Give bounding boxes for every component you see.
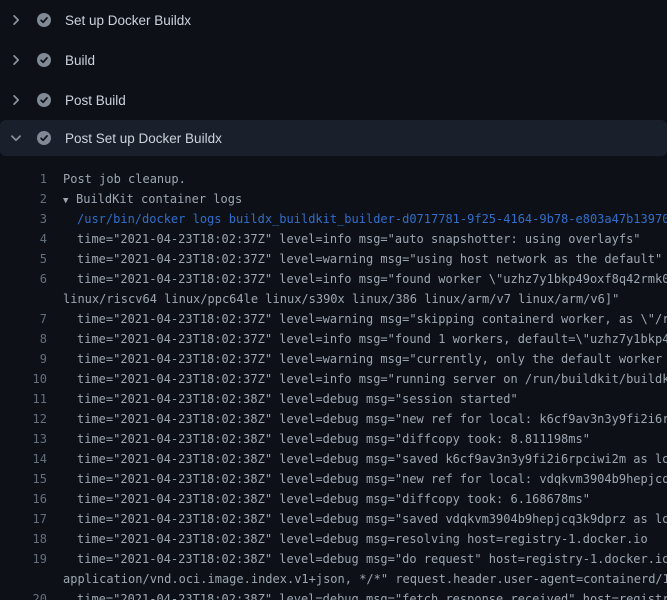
log-line-number[interactable]: 5 bbox=[0, 249, 47, 269]
log-line: 14 time="2021-04-23T18:02:38Z" level=deb… bbox=[0, 449, 667, 469]
log-line-text: time="2021-04-23T18:02:37Z" level=warnin… bbox=[77, 249, 667, 269]
step-row-post-set-up-docker-buildx[interactable]: Post Set up Docker Buildx bbox=[0, 120, 667, 156]
group-collapse-icon[interactable]: ▼ bbox=[63, 191, 76, 209]
success-check-icon bbox=[37, 93, 51, 107]
log-line: 10 time="2021-04-23T18:02:37Z" level=inf… bbox=[0, 369, 667, 389]
log-line-text: time="2021-04-23T18:02:37Z" level=warnin… bbox=[77, 309, 667, 329]
log-line: 2 ▼BuildKit container logs bbox=[0, 189, 667, 209]
log-line-number[interactable]: 1 bbox=[0, 169, 47, 189]
log-line: 7 time="2021-04-23T18:02:37Z" level=warn… bbox=[0, 309, 667, 329]
log-line-number[interactable]: 7 bbox=[0, 309, 47, 329]
log-line-text: linux/riscv64 linux/ppc64le linux/s390x … bbox=[63, 289, 667, 309]
log-line-text: time="2021-04-23T18:02:37Z" level=warnin… bbox=[77, 349, 667, 369]
log-line-number[interactable]: 6 bbox=[0, 269, 47, 289]
log-line-text: time="2021-04-23T18:02:37Z" level=info m… bbox=[77, 229, 667, 249]
log-line-number[interactable]: 8 bbox=[0, 329, 47, 349]
log-line: 13 time="2021-04-23T18:02:38Z" level=deb… bbox=[0, 429, 667, 449]
success-check-icon bbox=[37, 13, 51, 27]
step-row-build[interactable]: Build bbox=[0, 40, 667, 80]
log-line-text: time="2021-04-23T18:02:37Z" level=info m… bbox=[77, 269, 667, 289]
chevron-right-icon bbox=[8, 12, 24, 28]
log-line-text: time="2021-04-23T18:02:38Z" level=debug … bbox=[77, 429, 667, 449]
success-check-icon bbox=[37, 53, 51, 67]
log-line: 19 time="2021-04-23T18:02:38Z" level=deb… bbox=[0, 549, 667, 569]
step-title: Post Set up Docker Buildx bbox=[65, 131, 222, 146]
log-line: 9 time="2021-04-23T18:02:37Z" level=warn… bbox=[0, 349, 667, 369]
log-line-text: time="2021-04-23T18:02:38Z" level=debug … bbox=[77, 529, 667, 549]
log-line: 1 Post job cleanup. bbox=[0, 169, 667, 189]
log-line-number[interactable]: 12 bbox=[0, 409, 47, 429]
step-row-set-up-docker-buildx[interactable]: Set up Docker Buildx bbox=[0, 0, 667, 40]
log-line-number[interactable]: 10 bbox=[0, 369, 47, 389]
chevron-right-icon bbox=[8, 92, 24, 108]
log-line-number[interactable]: 9 bbox=[0, 349, 47, 369]
log-line-text: Post job cleanup. bbox=[63, 169, 667, 189]
success-check-icon bbox=[37, 131, 51, 145]
step-title: Build bbox=[65, 53, 95, 68]
log-line: linux/riscv64 linux/ppc64le linux/s390x … bbox=[0, 289, 667, 309]
log-line: 6 time="2021-04-23T18:02:37Z" level=info… bbox=[0, 269, 667, 289]
log-line: 16 time="2021-04-23T18:02:38Z" level=deb… bbox=[0, 489, 667, 509]
log-line: 17 time="2021-04-23T18:02:38Z" level=deb… bbox=[0, 509, 667, 529]
log-line-number[interactable]: 17 bbox=[0, 509, 47, 529]
step-title: Set up Docker Buildx bbox=[65, 13, 191, 28]
log-line-text: time="2021-04-23T18:02:38Z" level=debug … bbox=[77, 509, 667, 529]
log-line-number[interactable]: 13 bbox=[0, 429, 47, 449]
log-line-number[interactable]: 3 bbox=[0, 209, 47, 229]
log-line: 20 time="2021-04-23T18:02:38Z" level=deb… bbox=[0, 589, 667, 600]
log-line-text: time="2021-04-23T18:02:37Z" level=info m… bbox=[77, 329, 667, 349]
log-line-text: time="2021-04-23T18:02:38Z" level=debug … bbox=[77, 469, 667, 489]
log-line: 8 time="2021-04-23T18:02:37Z" level=info… bbox=[0, 329, 667, 349]
log-line-number[interactable]: 4 bbox=[0, 229, 47, 249]
log-line: 3 /usr/bin/docker logs buildx_buildkit_b… bbox=[0, 209, 667, 229]
log-line-number[interactable]: 15 bbox=[0, 469, 47, 489]
log-line: 18 time="2021-04-23T18:02:38Z" level=deb… bbox=[0, 529, 667, 549]
log-line-text: time="2021-04-23T18:02:38Z" level=debug … bbox=[77, 389, 667, 409]
log-line-number[interactable]: 2 bbox=[0, 189, 47, 209]
log-line-number[interactable]: 14 bbox=[0, 449, 47, 469]
step-title: Post Build bbox=[65, 93, 126, 108]
log-line: 11 time="2021-04-23T18:02:38Z" level=deb… bbox=[0, 389, 667, 409]
log-line-text: ▼BuildKit container logs bbox=[63, 189, 667, 209]
workflow-log-panel: Set up Docker Buildx Build P bbox=[0, 0, 667, 600]
steps-list: Set up Docker Buildx Build P bbox=[0, 0, 667, 156]
log-line: 15 time="2021-04-23T18:02:38Z" level=deb… bbox=[0, 469, 667, 489]
log-line: application/vnd.oci.image.index.v1+json,… bbox=[0, 569, 667, 589]
chevron-right-icon bbox=[8, 52, 24, 68]
log-line: 4 time="2021-04-23T18:02:37Z" level=info… bbox=[0, 229, 667, 249]
group-label: BuildKit container logs bbox=[76, 192, 242, 206]
log-line-text: time="2021-04-23T18:02:38Z" level=debug … bbox=[77, 449, 667, 469]
log-line-text: time="2021-04-23T18:02:38Z" level=debug … bbox=[77, 589, 667, 600]
log-line-text: /usr/bin/docker logs buildx_buildkit_bui… bbox=[77, 209, 667, 229]
log-line-number[interactable]: 20 bbox=[0, 589, 47, 600]
log-line-number[interactable]: 11 bbox=[0, 389, 47, 409]
log-line-number[interactable]: 19 bbox=[0, 549, 47, 569]
step-row-post-build[interactable]: Post Build bbox=[0, 80, 667, 120]
log-line-text: time="2021-04-23T18:02:37Z" level=info m… bbox=[77, 369, 667, 389]
log-line-text: application/vnd.oci.image.index.v1+json,… bbox=[63, 569, 667, 589]
log-line-text: time="2021-04-23T18:02:38Z" level=debug … bbox=[77, 489, 667, 509]
log-line-number[interactable]: 16 bbox=[0, 489, 47, 509]
log-line-text: time="2021-04-23T18:02:38Z" level=debug … bbox=[77, 409, 667, 429]
log-line-text: time="2021-04-23T18:02:38Z" level=debug … bbox=[77, 549, 667, 569]
log-line: 5 time="2021-04-23T18:02:37Z" level=warn… bbox=[0, 249, 667, 269]
log-area: 1 Post job cleanup. 2 ▼BuildKit containe… bbox=[0, 156, 667, 600]
log-line-number[interactable]: 18 bbox=[0, 529, 47, 549]
log-line: 12 time="2021-04-23T18:02:38Z" level=deb… bbox=[0, 409, 667, 429]
chevron-down-icon bbox=[8, 130, 24, 146]
